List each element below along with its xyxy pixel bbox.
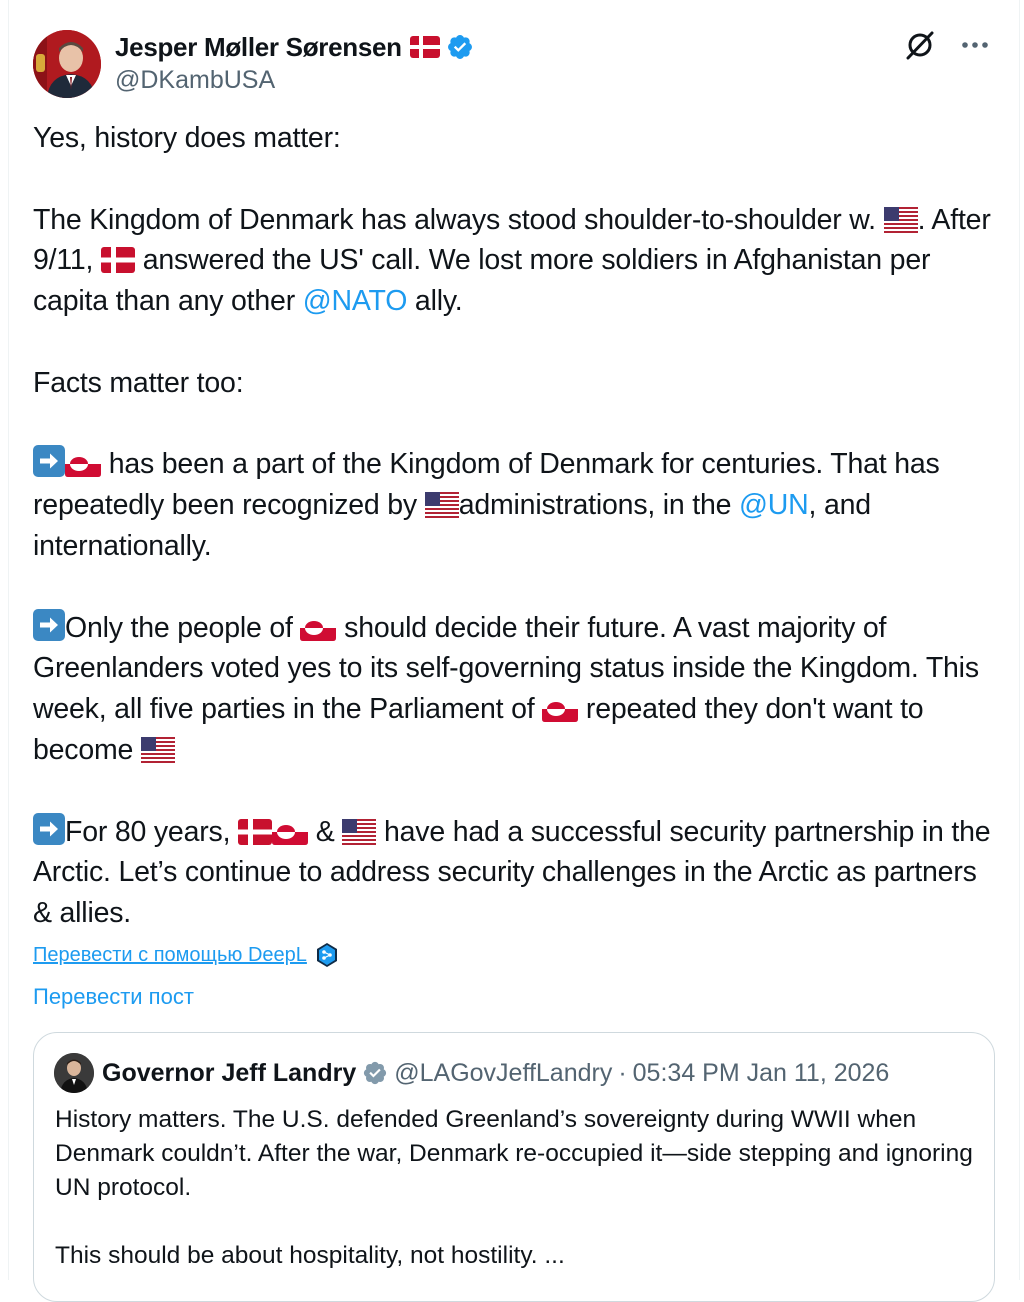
quoted-author-name[interactable]: Governor Jeff Landry — [102, 1059, 356, 1088]
post-paragraph-4: has been a part of the Kingdom of Denmar… — [33, 444, 993, 566]
quoted-author-handle[interactable]: @LAGovJeffLandry — [394, 1059, 612, 1088]
translate-deepl-link[interactable]: Перевести с помощью DeepL — [33, 944, 307, 967]
translate-post-button[interactable]: Перевести пост — [33, 984, 194, 1010]
gov-verified-badge-icon — [362, 1060, 388, 1086]
quoted-post[interactable]: Governor Jeff Landry @LAGovJeffLandry · … — [33, 1032, 995, 1302]
post-text: For 80 years, — [65, 815, 239, 848]
more-options-icon[interactable] — [961, 41, 989, 49]
author-name-row: Jesper Møller Sørensen — [115, 30, 474, 64]
post-text: & — [308, 815, 343, 848]
translate-deepl: Перевести с помощью DeepL — [33, 942, 339, 968]
grok-icon[interactable] — [905, 30, 935, 60]
gl-flag-icon — [272, 818, 309, 845]
quoted-author-avatar[interactable] — [54, 1053, 94, 1093]
dk-flag-icon — [238, 818, 273, 845]
quoted-timestamp[interactable]: 05:34 PM Jan 11, 2026 — [633, 1059, 890, 1088]
us-flag-icon — [883, 206, 918, 233]
post-actions — [905, 30, 989, 60]
quoted-paragraph-2: This should be about hospitality, not ho… — [55, 1242, 565, 1269]
post-text: Only the people of — [65, 611, 301, 644]
deepl-logo-icon — [315, 942, 339, 968]
author-avatar[interactable] — [33, 30, 101, 98]
quoted-post-text: History matters. The U.S. defended Green… — [55, 1103, 985, 1273]
gl-flag-icon — [65, 451, 101, 478]
author-name[interactable]: Jesper Møller Sørensen — [115, 32, 402, 63]
post-text: ally. — [407, 285, 463, 318]
post-card: Jesper Møller Sørensen @DKambUSA Yes, hi… — [8, 0, 1020, 1302]
dk-flag-icon — [409, 36, 440, 58]
post-text: The Kingdom of Denmark has always stood … — [33, 203, 884, 236]
post-paragraph-6: For 80 years, & have had a successful se… — [33, 812, 993, 934]
us-flag-icon — [342, 818, 377, 845]
post-paragraph-5: Only the people of should decide their f… — [33, 608, 993, 771]
right-arrow-icon — [33, 608, 65, 641]
gl-flag-icon — [542, 696, 579, 723]
quoted-paragraph-1: History matters. The U.S. defended Green… — [55, 1106, 973, 1201]
dk-flag-icon — [101, 247, 135, 274]
post-body: Yes, history does matter: The Kingdom of… — [33, 118, 993, 934]
us-flag-icon — [140, 736, 175, 763]
verified-badge-icon[interactable] — [446, 33, 474, 61]
post-text: answered the US' call. We lost more sold… — [33, 244, 931, 318]
author-handle[interactable]: @DKambUSA — [115, 66, 275, 95]
post-paragraph-1: Yes, history does matter: — [33, 122, 341, 154]
us-flag-icon — [424, 492, 459, 519]
mention-nato[interactable]: @NATO — [303, 285, 408, 317]
post-paragraph-3: Facts matter too: — [33, 366, 244, 399]
meta-separator: · — [618, 1058, 627, 1087]
gl-flag-icon — [300, 614, 337, 641]
post-text: administrations, in the — [458, 489, 740, 522]
right-arrow-icon — [33, 445, 65, 478]
post-paragraph-2: The Kingdom of Denmark has always stood … — [33, 200, 993, 322]
right-arrow-icon — [33, 812, 65, 845]
mention-un[interactable]: @UN — [739, 489, 809, 521]
quoted-post-header: Governor Jeff Landry @LAGovJeffLandry · … — [54, 1053, 889, 1093]
